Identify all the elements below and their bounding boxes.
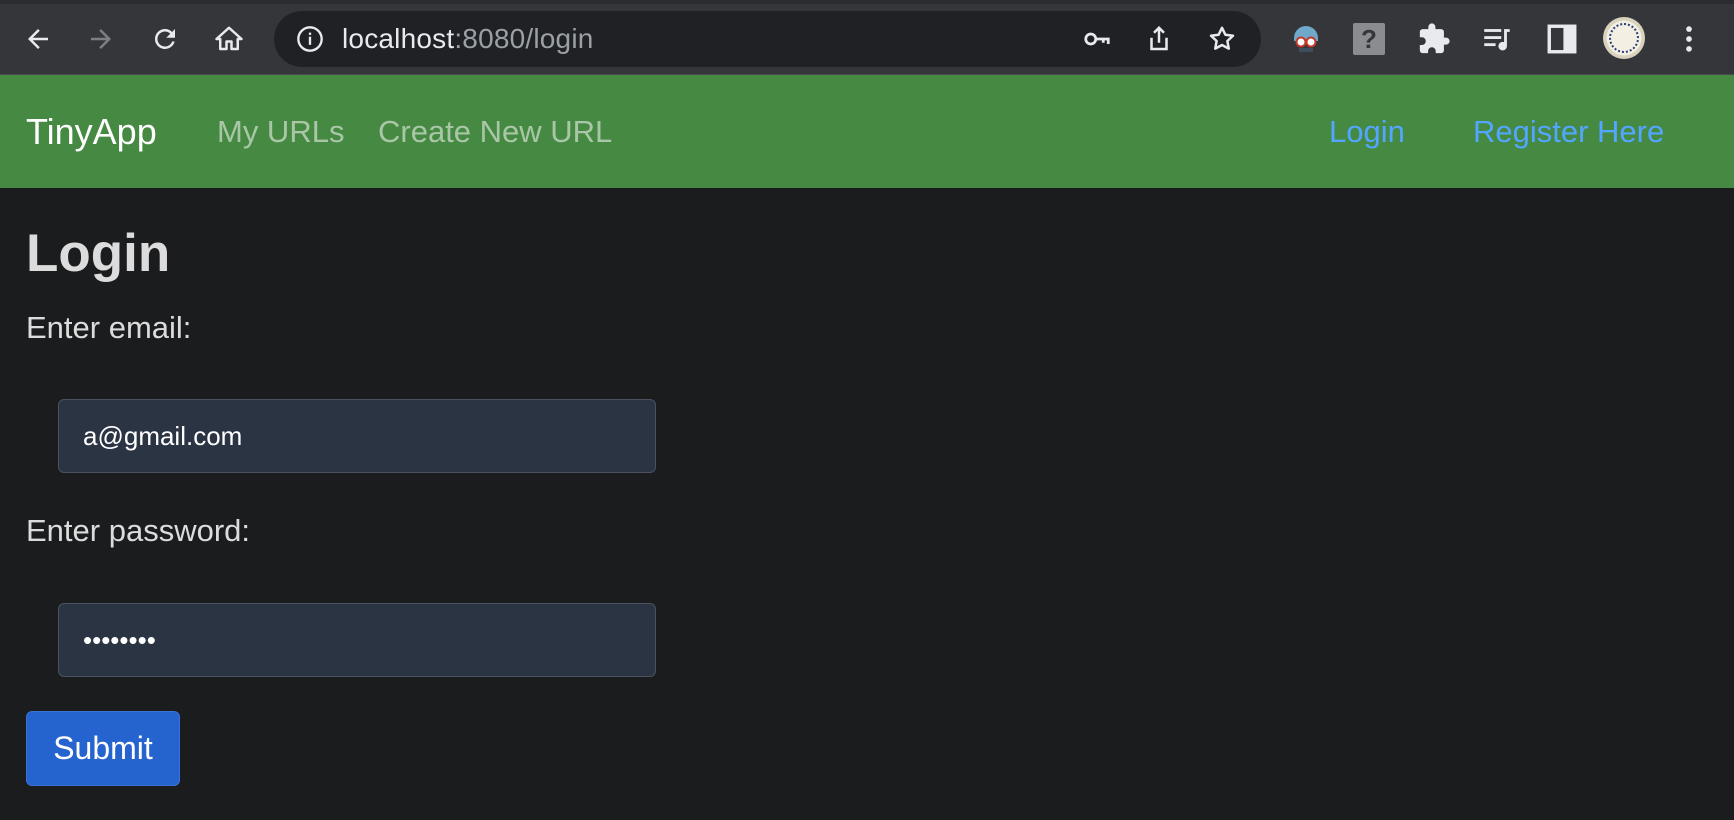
profile-avatar[interactable] xyxy=(1603,17,1645,59)
url-path: :8080/login xyxy=(454,23,594,54)
site-info-icon[interactable] xyxy=(296,25,324,53)
extension-robot-icon[interactable] xyxy=(1288,20,1324,56)
submit-button[interactable]: Submit xyxy=(26,711,180,786)
nav-register[interactable]: Register Here xyxy=(1473,75,1664,188)
forward-button[interactable] xyxy=(82,20,120,58)
share-icon[interactable] xyxy=(1144,24,1174,54)
email-label: Enter email: xyxy=(26,310,192,345)
url-text[interactable]: localhost:8080/login xyxy=(342,11,594,67)
home-button[interactable] xyxy=(210,20,248,58)
reload-button[interactable] xyxy=(146,20,184,58)
media-queue-icon[interactable] xyxy=(1480,22,1514,56)
brand-link[interactable]: TinyApp xyxy=(26,75,157,188)
back-arrow-icon xyxy=(28,29,48,49)
back-button[interactable] xyxy=(19,20,57,58)
nav-my-urls[interactable]: My URLs xyxy=(217,75,344,188)
nav-login[interactable]: Login xyxy=(1329,75,1405,188)
home-icon xyxy=(215,26,243,51)
extensions-puzzle-icon[interactable] xyxy=(1417,22,1451,56)
key-icon[interactable] xyxy=(1082,24,1112,54)
password-label: Enter password: xyxy=(26,513,250,548)
forward-arrow-icon xyxy=(91,29,111,49)
url-host: localhost xyxy=(342,23,455,54)
avatar-badge-ring xyxy=(1609,23,1639,53)
browser-toolbar: localhost:8080/login ? xyxy=(0,0,1734,75)
page-title: Login xyxy=(26,224,171,283)
extension-question-icon[interactable]: ? xyxy=(1353,23,1385,55)
tab-strip-edge xyxy=(0,0,1734,4)
more-menu-icon[interactable] xyxy=(1672,22,1706,56)
password-field[interactable] xyxy=(58,603,656,677)
address-bar[interactable]: localhost:8080/login xyxy=(274,11,1261,67)
app-navbar: TinyApp My URLs Create New URL Login Reg… xyxy=(0,75,1734,188)
star-icon[interactable] xyxy=(1207,24,1237,54)
reload-icon xyxy=(154,28,175,49)
nav-create-new-url[interactable]: Create New URL xyxy=(378,75,612,188)
side-panel-icon[interactable] xyxy=(1545,22,1579,56)
email-field[interactable] xyxy=(58,399,656,473)
